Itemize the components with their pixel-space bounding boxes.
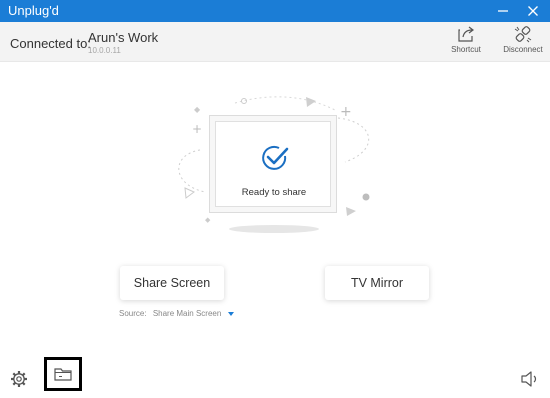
speaker-icon — [521, 371, 537, 387]
ready-status-text: Ready to share — [241, 187, 307, 198]
tv-mirror-button[interactable]: TV Mirror — [325, 266, 429, 300]
caret-down-icon[interactable] — [227, 311, 234, 316]
svg-text:+: + — [340, 104, 352, 120]
share-screen-button[interactable]: Share Screen — [120, 266, 224, 300]
settings-gear-icon — [11, 371, 27, 387]
checkmark-icon — [262, 145, 289, 170]
volume-button[interactable] — [520, 370, 540, 388]
source-label: Source: — [119, 309, 147, 318]
svg-text:+: + — [192, 122, 202, 136]
source-selector[interactable]: Source: Share Main Screen — [119, 309, 234, 318]
folder-icon — [54, 368, 72, 381]
monitor-shadow — [229, 225, 319, 233]
source-value[interactable]: Share Main Screen — [153, 309, 221, 318]
screen-preview-monitor: Ready to share — [209, 115, 337, 213]
svg-text:◆: ◆ — [205, 216, 211, 224]
preview-screen: Ready to share — [215, 121, 331, 207]
svg-text:◆: ◆ — [194, 105, 201, 114]
settings-button[interactable] — [10, 370, 28, 388]
open-folder-button[interactable] — [44, 357, 82, 391]
